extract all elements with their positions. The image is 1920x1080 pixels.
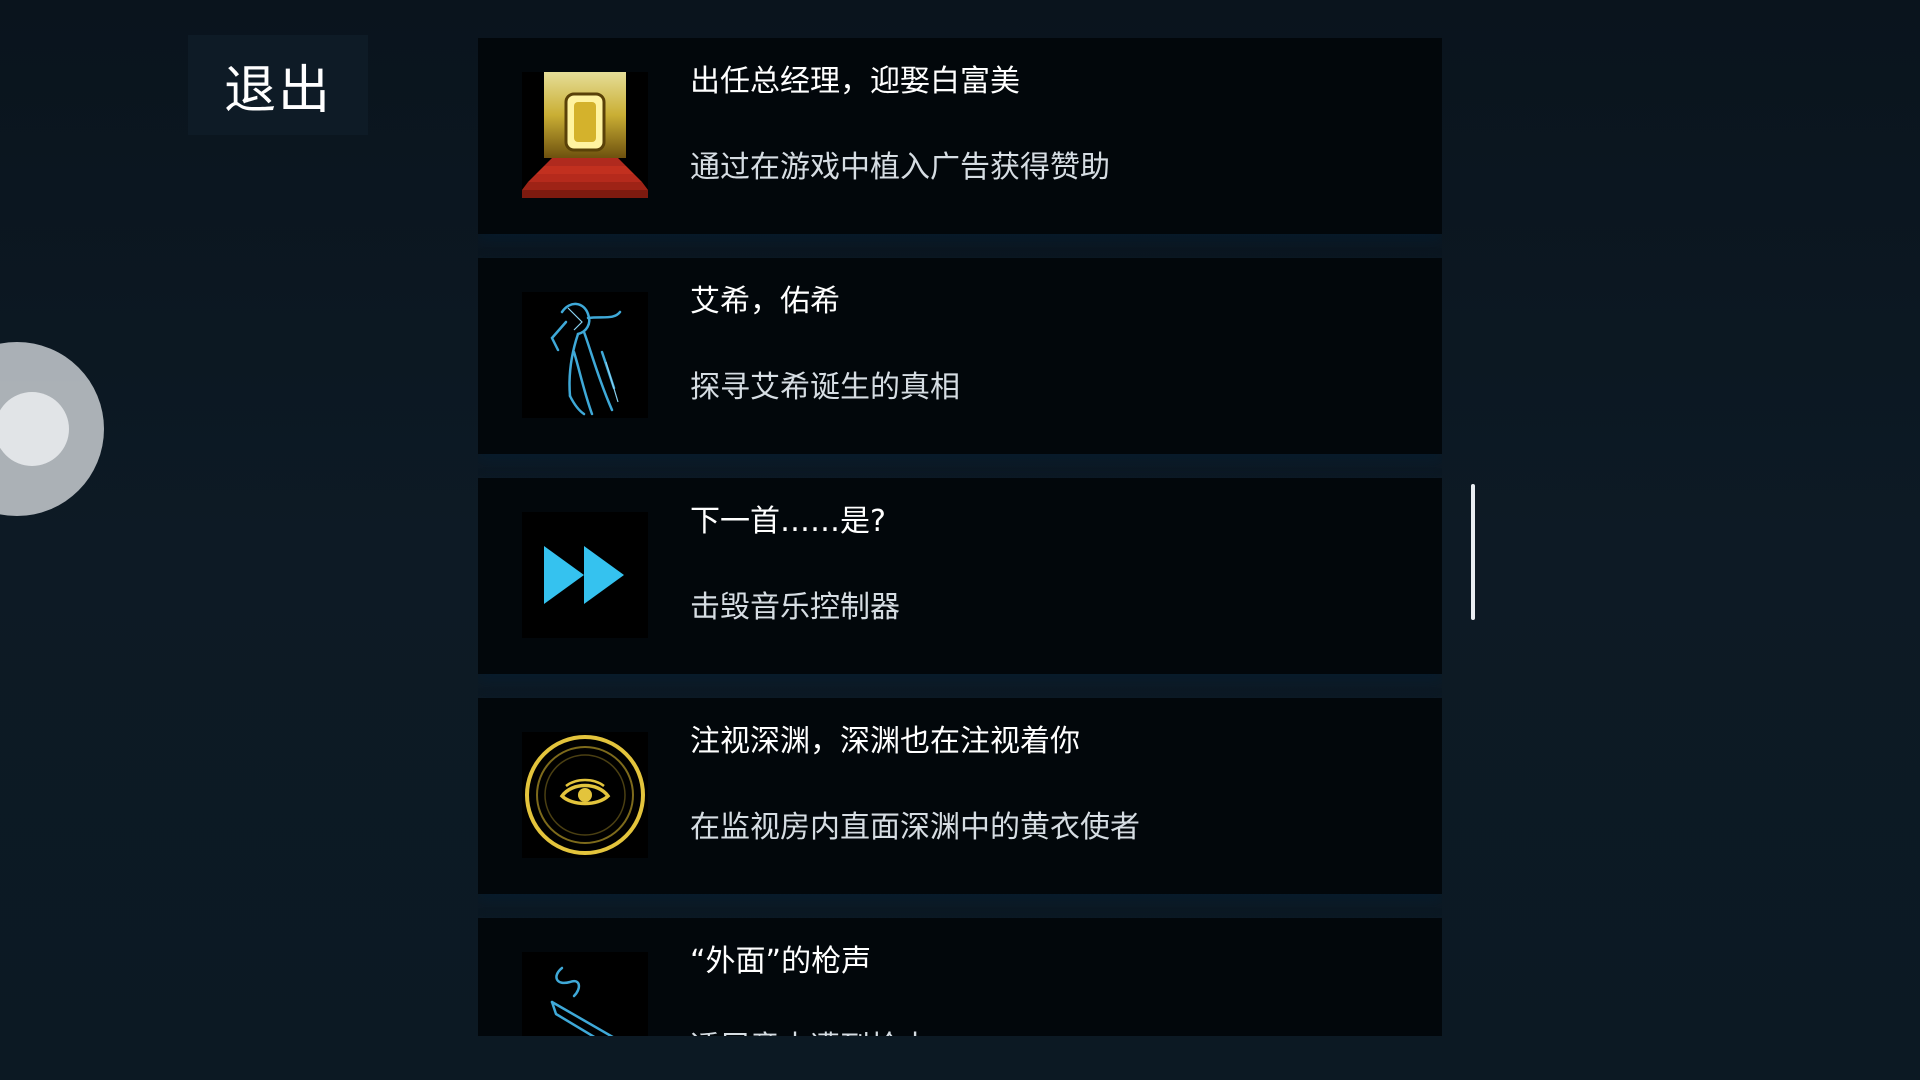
list-scrollbar[interactable] xyxy=(1471,484,1475,620)
blue-figure-sketch-icon xyxy=(522,292,648,418)
eye-circle-icon xyxy=(522,732,648,858)
floating-assistive-touch-icon[interactable] xyxy=(0,342,104,516)
assistive-touch-center xyxy=(0,392,69,466)
achievement-description: 击毁音乐控制器 xyxy=(690,590,900,625)
achievement-title: “外面”的枪声 xyxy=(690,944,872,979)
achievement-card[interactable]: 注视深渊，深渊也在注视着你 在监视房内直面深渊中的黄衣使者 xyxy=(478,698,1442,894)
achievement-card[interactable]: 艾希，佑希 探寻艾希诞生的真相 xyxy=(478,258,1442,454)
achievement-description: 透层意内遭到枪击 xyxy=(690,1022,930,1036)
achievement-description: 通过在游戏中植入广告获得赞助 xyxy=(690,150,1110,185)
achievement-list[interactable]: 出任总经理，迎娶白富美 通过在游戏中植入广告获得赞助 艾希，佑希 探寻艾希诞生的… xyxy=(478,38,1442,1036)
achievement-card[interactable]: 出任总经理，迎娶白富美 通过在游戏中植入广告获得赞助 xyxy=(478,38,1442,234)
blue-pistol-icon xyxy=(522,952,648,1036)
achievement-card[interactable]: “外面”的枪声 透层意内遭到枪击 xyxy=(478,918,1442,1036)
achievement-title: 艾希，佑希 xyxy=(690,284,840,319)
achievement-card[interactable]: 下一首……是? 击毁音乐控制器 xyxy=(478,478,1442,674)
exit-button[interactable]: 退出 xyxy=(188,35,368,135)
achievement-description: 探寻艾希诞生的真相 xyxy=(690,370,960,405)
achievement-title: 下一首……是? xyxy=(690,504,886,539)
fast-forward-icon xyxy=(522,512,648,638)
achievement-title: 出任总经理，迎娶白富美 xyxy=(690,64,1020,99)
achievement-description: 在监视房内直面深渊中的黄衣使者 xyxy=(690,810,1140,845)
achievement-title: 注视深渊，深渊也在注视着你 xyxy=(690,724,1080,759)
golden-doorway-icon xyxy=(522,72,648,198)
achievements-screen: 退出 出任总经理，迎娶白富美 通过在游戏中植入广告获得赞助 艾希，佑希 探寻艾希… xyxy=(0,0,1920,1080)
